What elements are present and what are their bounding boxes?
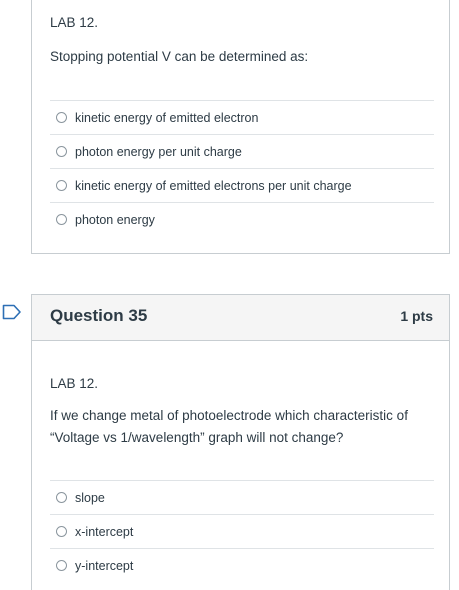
answer-list: slope x-intercept y-intercept — [50, 480, 434, 582]
answer-option[interactable]: photon energy per unit charge — [50, 134, 434, 168]
radio-button[interactable] — [56, 180, 67, 191]
question-title: Question 35 — [50, 306, 148, 325]
answer-option[interactable]: x-intercept — [50, 514, 434, 548]
answer-option[interactable]: slope — [50, 480, 434, 514]
question-card-34: LAB 12. Stopping potential V can be dete… — [31, 0, 450, 254]
question-prompt-line-2: “Voltage vs 1/wavelength” graph will not… — [50, 430, 344, 445]
radio-button[interactable] — [56, 112, 67, 123]
flag-icon[interactable] — [2, 304, 22, 320]
radio-button[interactable] — [56, 214, 67, 225]
question-prompt: Stopping potential V can be determined a… — [50, 49, 309, 64]
answer-label: photon energy per unit charge — [75, 144, 242, 159]
question-points: 1 pts — [400, 308, 433, 324]
answer-label: kinetic energy of emitted electrons per … — [75, 178, 352, 193]
radio-button[interactable] — [56, 492, 67, 503]
lab-label: LAB 12. — [50, 15, 99, 30]
answer-label: x-intercept — [75, 524, 134, 539]
radio-button[interactable] — [56, 146, 67, 157]
radio-button[interactable] — [56, 526, 67, 537]
answer-option[interactable]: kinetic energy of emitted electron — [50, 100, 434, 134]
answer-option[interactable]: photon energy — [50, 202, 434, 236]
answer-label: slope — [75, 490, 105, 505]
answer-list: kinetic energy of emitted electron photo… — [50, 100, 434, 236]
answer-option[interactable]: y-intercept — [50, 548, 434, 582]
answer-label: kinetic energy of emitted electron — [75, 110, 259, 125]
answer-option[interactable]: kinetic energy of emitted electrons per … — [50, 168, 434, 202]
question-prompt-line-1: If we change metal of photoelectrode whi… — [50, 408, 408, 423]
question-header: Question 35 1 pts — [32, 295, 449, 341]
answer-label: photon energy — [75, 212, 155, 227]
radio-button[interactable] — [56, 560, 67, 571]
lab-label: LAB 12. — [50, 376, 99, 391]
answer-label: y-intercept — [75, 558, 134, 573]
question-card-35: Question 35 1 pts LAB 12. If we change m… — [31, 294, 450, 590]
